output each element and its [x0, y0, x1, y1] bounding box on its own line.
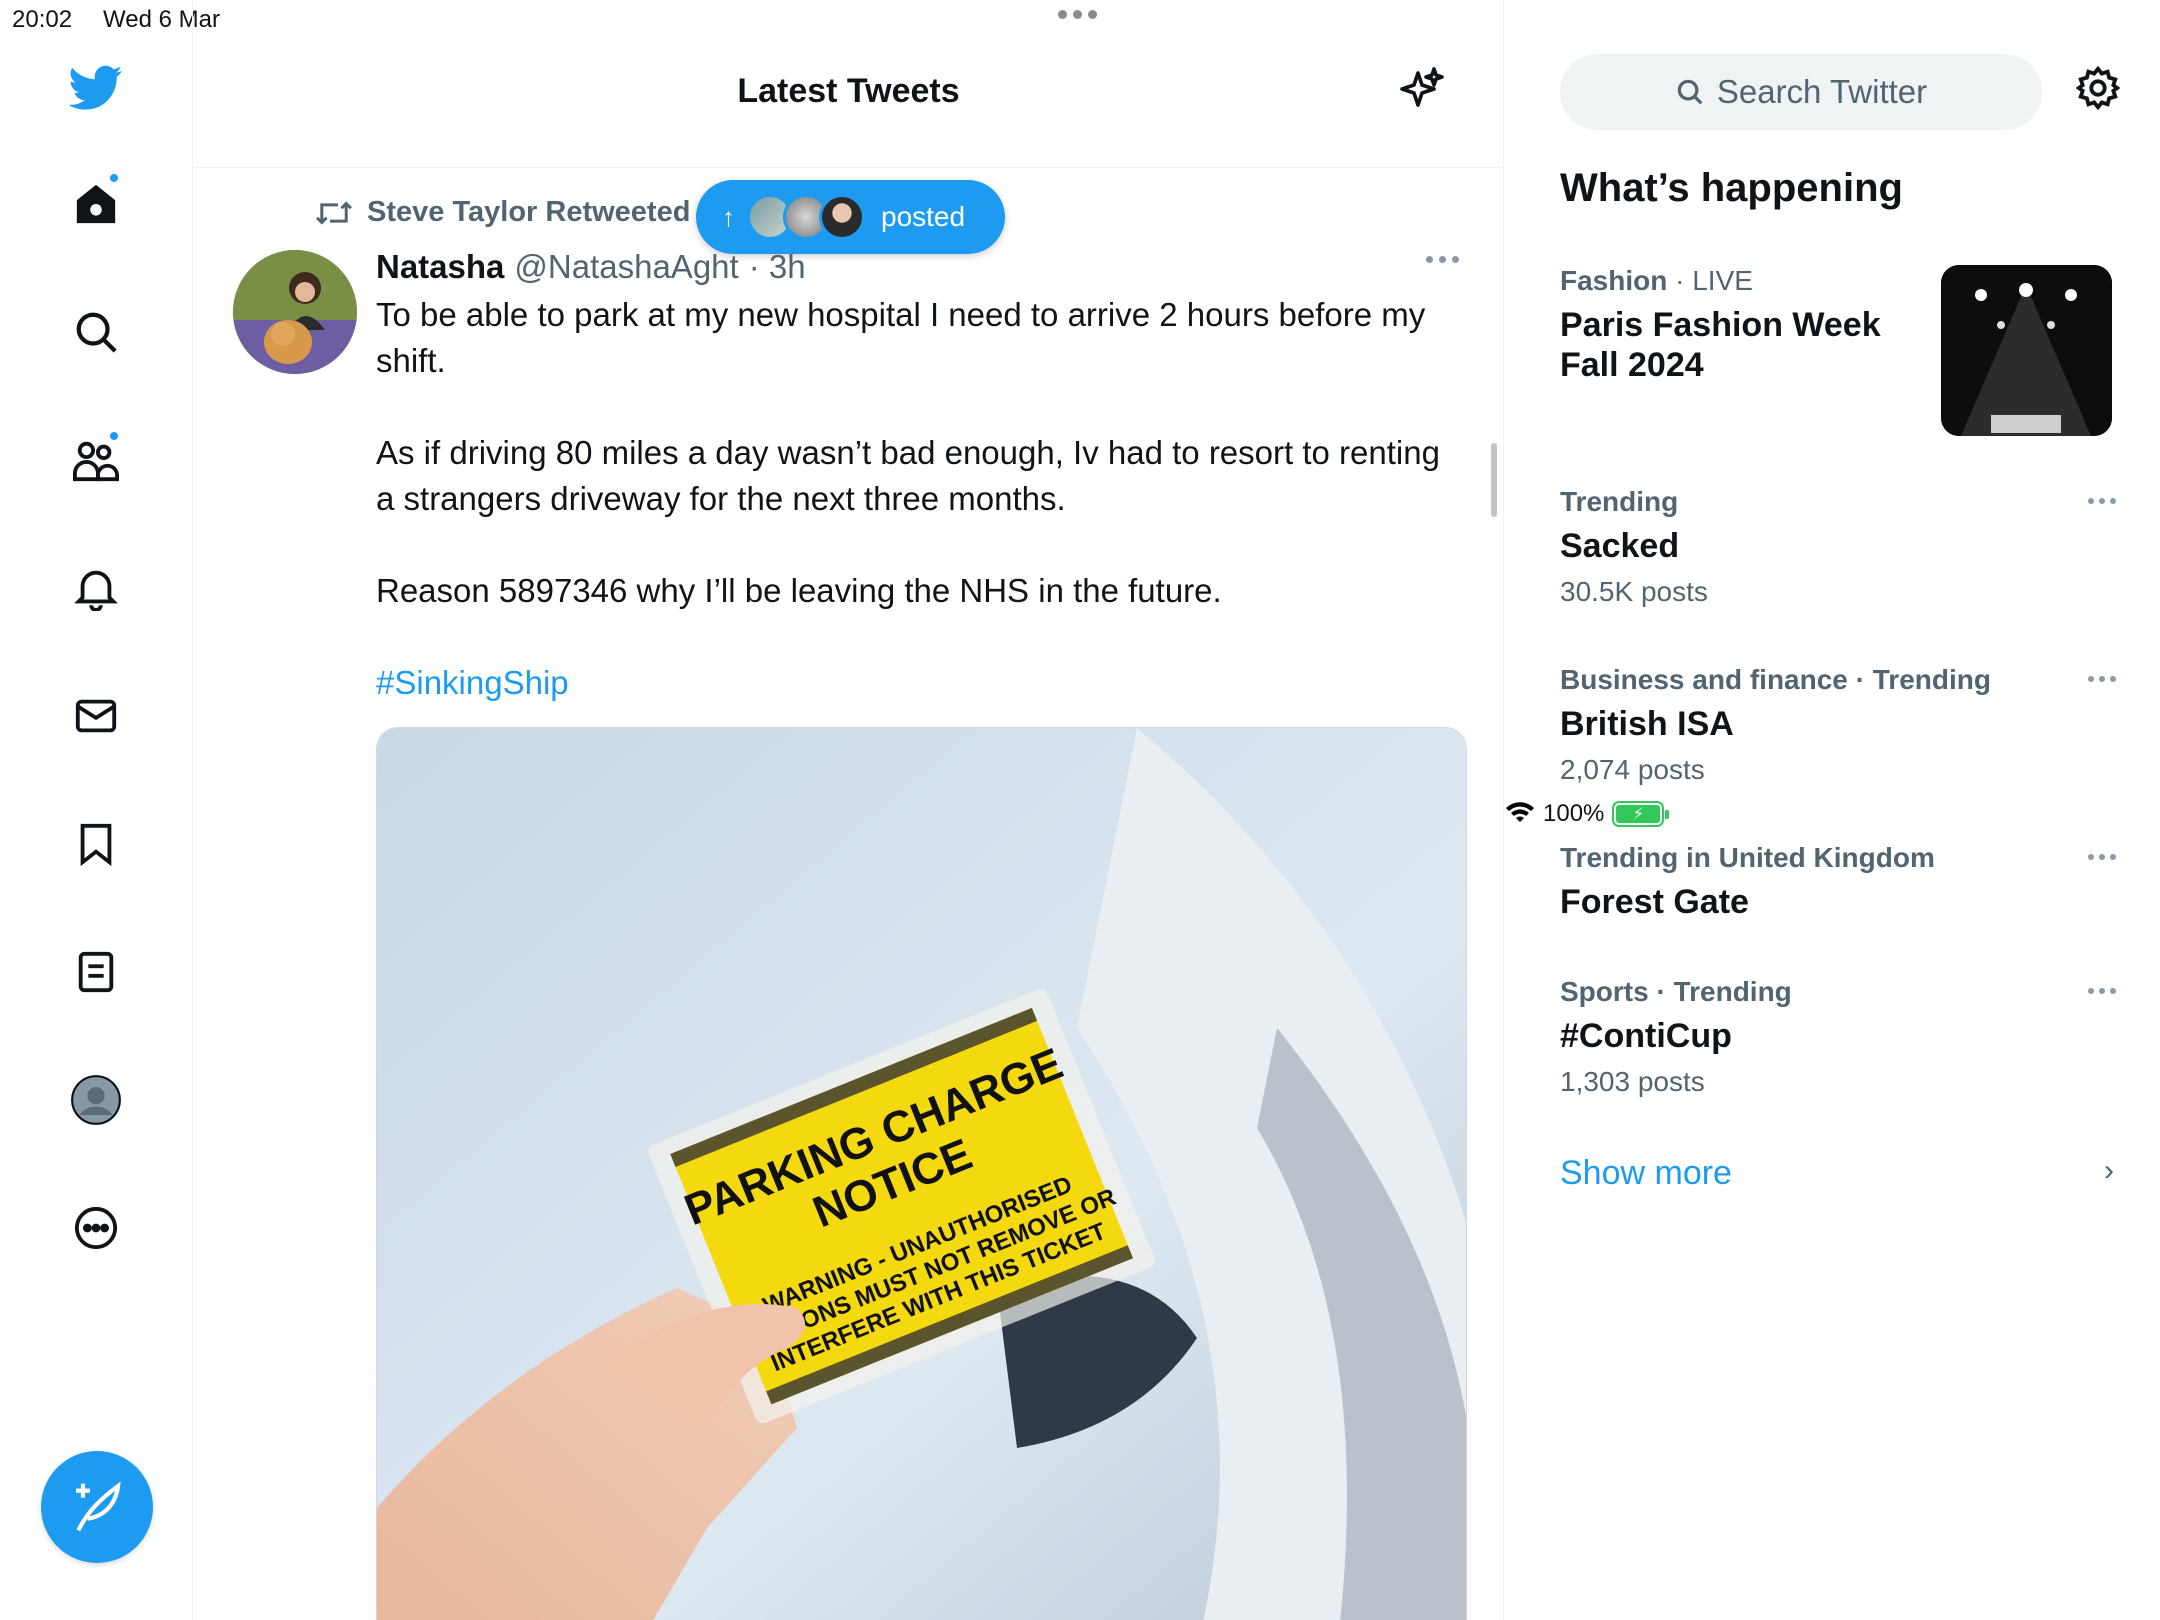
tweet-author-avatar[interactable] [233, 250, 357, 374]
page-title: Latest Tweets [737, 72, 960, 110]
new-posts-pill[interactable]: ↑ posted [696, 180, 1005, 254]
tweet-more-options-icon[interactable] [1426, 256, 1459, 263]
tweet-media-image[interactable]: PARKING CHARGE NOTICE WARNING - UNAUTHOR… [376, 727, 1467, 1620]
trend-topic: British ISA [1560, 705, 1734, 743]
right-sidebar: Search Twitter What’s happening Fashion … [1505, 0, 2160, 1620]
trend-topic: #ContiCup [1560, 1017, 1732, 1055]
trend-live-label: · LIVE [1667, 265, 1753, 296]
compose-feather-icon [76, 1481, 121, 1532]
avatar [819, 194, 865, 240]
timeline-header: Latest Tweets [193, 40, 1503, 168]
tweet-paragraph: Reason 5897346 why I’ll be leaving the N… [376, 572, 1222, 609]
home-notification-dot [108, 172, 120, 184]
new-posts-avatars [747, 194, 865, 240]
communities-icon[interactable] [64, 428, 128, 492]
trend-post-count: 1,303 posts [1560, 1066, 1705, 1097]
trend-category: Business and finance · Trending [1560, 664, 1991, 695]
trend-item[interactable]: Sports · Trending #ContiCup 1,303 posts [1560, 976, 2120, 1098]
lists-icon[interactable] [64, 940, 128, 1004]
left-navigation [0, 0, 193, 1620]
notifications-icon[interactable] [64, 556, 128, 620]
search-placeholder: Search Twitter [1716, 73, 1928, 110]
trend-post-count: 2,074 posts [1560, 754, 1705, 785]
show-more-link[interactable]: Show more › [1560, 1154, 2120, 1193]
new-posts-label: posted [881, 201, 966, 232]
trend-item[interactable]: Business and finance · Trending British … [1560, 664, 2120, 786]
compose-tweet-button[interactable] [41, 1451, 153, 1563]
trend-category: Trending [1560, 486, 1679, 517]
trend-topic: Paris Fashion Week Fall 2024 [1560, 306, 1881, 384]
tweet-author-handle[interactable]: @NatashaAght [514, 248, 738, 286]
search-input[interactable]: Search Twitter [1560, 54, 2042, 130]
trend-more-icon[interactable] [2088, 854, 2116, 860]
tweet-text: To be able to park at my new hospital I … [376, 292, 1466, 752]
search-icon[interactable] [64, 300, 128, 364]
arrow-up-icon: ↑ [722, 201, 735, 232]
tweet-author-name[interactable]: Natasha [376, 248, 504, 286]
trend-more-icon[interactable] [2088, 498, 2116, 504]
main-timeline: Latest Tweets Steve Taylor Retweeted ↑ p… [193, 0, 1504, 1620]
sparkle-icon[interactable] [1398, 64, 1446, 119]
retweeted-by-label: Steve Taylor Retweeted [367, 196, 691, 228]
tweet-paragraph: To be able to park at my new hospital I … [376, 296, 1426, 379]
profile-avatar-icon[interactable] [64, 1068, 128, 1132]
tweet-timestamp[interactable]: · 3h [749, 248, 806, 286]
trend-post-count: 30.5K posts [1560, 576, 1708, 607]
trend-item[interactable]: Fashion · LIVE Paris Fashion Week Fall 2… [1560, 265, 1940, 385]
twitter-logo-icon[interactable] [64, 56, 128, 120]
search-icon [1677, 79, 1703, 105]
settings-gear-icon[interactable] [2075, 65, 2121, 116]
tweet-paragraph: As if driving 80 miles a day wasn’t bad … [376, 434, 1440, 517]
timeline-scrollbar[interactable] [1491, 443, 1497, 517]
trend-category: Fashion [1560, 265, 1668, 296]
trend-item[interactable]: Trending in United Kingdom Forest Gate [1560, 842, 2120, 922]
retweet-context[interactable]: Steve Taylor Retweeted [315, 196, 690, 229]
trend-more-icon[interactable] [2088, 988, 2116, 994]
trend-item[interactable]: Trending Sacked 30.5K posts [1560, 486, 2120, 608]
trend-topic: Forest Gate [1560, 883, 1749, 921]
chevron-right-icon: › [2104, 1154, 2114, 1187]
whats-happening-heading: What’s happening [1560, 166, 1903, 210]
home-icon[interactable] [64, 172, 128, 236]
tweet-header: Natasha @NatashaAght · 3h [376, 248, 806, 286]
more-icon[interactable] [64, 1196, 128, 1260]
communities-notification-dot [108, 430, 120, 442]
trend-category: Trending in United Kingdom [1560, 842, 1935, 873]
trend-category: Sports · Trending [1560, 976, 1792, 1007]
messages-icon[interactable] [64, 684, 128, 748]
trend-more-icon[interactable] [2088, 676, 2116, 682]
trend-thumbnail[interactable] [1941, 265, 2112, 436]
tweet-hashtag-link[interactable]: #SinkingShip [376, 660, 1466, 706]
trend-topic: Sacked [1560, 527, 1680, 565]
bookmarks-icon[interactable] [64, 812, 128, 876]
retweet-icon [315, 200, 353, 225]
show-more-label: Show more [1560, 1154, 1732, 1192]
